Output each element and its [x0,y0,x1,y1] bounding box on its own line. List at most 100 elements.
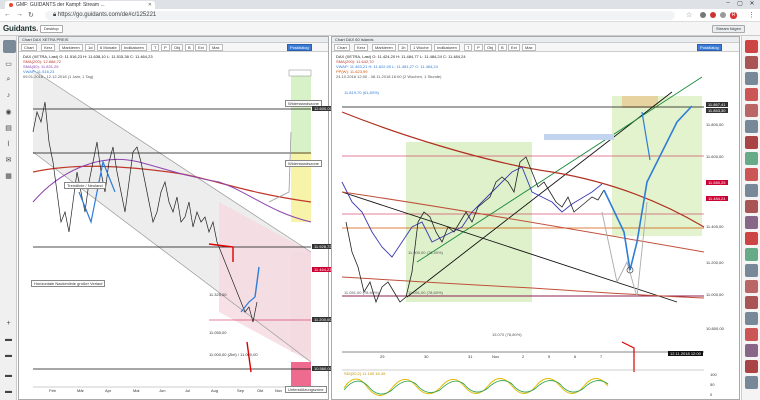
tool-button[interactable]: Obj [484,44,497,51]
url-field[interactable]: 🔒︎ https://go.guidants.com/de#c/125221 [45,11,675,20]
guidants-logo[interactable]: Guidants. [3,24,38,33]
chart-button[interactable]: Chart [334,44,350,51]
avatar[interactable] [745,152,758,165]
range-button[interactable]: 1 Woche [410,44,432,51]
extension-icon[interactable] [700,12,706,18]
right-chart-area[interactable]: DAX (XETRA, Last) O: 11.424,20 H: 11.484… [332,52,739,399]
close-tab-icon[interactable]: ✕ [148,2,152,8]
eye-icon[interactable]: ◉ [3,108,14,117]
tool-button[interactable]: B [185,44,194,51]
tool-button[interactable]: T [151,44,160,51]
avatar[interactable] [745,104,758,117]
menu-icon[interactable]: ⋮ [748,11,755,19]
avatar[interactable] [745,280,758,293]
profile-avatar[interactable]: R [730,12,737,19]
calendar-icon[interactable]: ▦ [3,172,14,181]
url-text: https://go.guidants.com/de#c/125221 [57,12,157,18]
chart-annotation[interactable]: Horizontale Nackenlinie großer Verlauf [31,280,106,287]
extension-icon[interactable] [720,12,726,18]
tool-button[interactable]: B [498,44,507,51]
avatar[interactable] [745,168,758,181]
range-button[interactable]: 6 Monate [97,44,120,51]
user-avatar[interactable] [3,40,16,53]
tool-button[interactable]: P [474,44,483,51]
browser-tab-strip: GMF: GUIDANTS der Kampf: Stream ... ✕ – … [0,0,760,9]
mark-button[interactable]: Markieren [59,44,83,51]
book-icon[interactable]: ▤ [3,124,14,133]
chat-icon[interactable]: ✉ [3,156,14,165]
avatar[interactable] [745,200,758,213]
reload-icon[interactable]: ↻ [28,11,34,19]
avatar[interactable] [745,216,758,229]
interval-button[interactable]: 1h [398,44,409,51]
star-icon[interactable]: ☆ [686,11,692,19]
zone-green [406,142,532,302]
post-dialog-button[interactable]: Postdialog [287,44,312,51]
x-tick: Okt [257,388,264,393]
folder-icon[interactable]: ▬ [3,352,14,361]
avatar[interactable] [745,264,758,277]
chart-annotation[interactable]: Trendlinie / Neuland [64,182,106,189]
folder-icon[interactable]: ▬ [3,372,14,381]
candle-button[interactable]: Kerz [354,44,369,51]
avatar[interactable] [745,56,758,69]
x-tick: Mär [77,388,84,393]
tool-button[interactable]: Ext [195,44,207,51]
minimize-icon[interactable]: – [722,0,734,6]
avatar[interactable] [745,248,758,261]
folder-icon[interactable]: ▬ [3,388,14,397]
chart-icon[interactable]: ⌇ [3,140,14,149]
avatar[interactable] [745,40,758,53]
address-bar-row: ← → ↻ 🔒︎ https://go.guidants.com/de#c/12… [0,9,760,22]
close-window-icon[interactable]: ✕ [746,0,758,7]
candle-button[interactable]: Kerz [41,44,56,51]
price-tag: 11.867,41 [706,102,728,107]
forward-icon[interactable]: → [16,11,23,18]
tool-button[interactable]: T [464,44,473,51]
interval-button[interactable]: 1d [85,44,96,51]
browser-tab[interactable]: GMF: GUIDANTS der Kampf: Stream ... ✕ [5,1,155,9]
avatar[interactable] [745,72,758,85]
stream-follow-button[interactable]: Stream folgen [712,25,745,33]
tool-button[interactable]: Obj [171,44,184,51]
tool-button[interactable]: Ext [508,44,520,51]
folder-icon[interactable]: ▬ [3,336,14,345]
left-toolbar: ▭ ⌕ ♪ ◉ ▤ ⌇ ✉ ▦ + ▬ ▬ ▬ ▬ [0,36,17,400]
left-chart-area[interactable]: DAX (XETRA, Last) O: 11.516,23 H: 11.638… [19,52,334,399]
post-dialog-button[interactable]: Postdialog [697,44,722,51]
tool-button[interactable]: P [161,44,170,51]
indicators-button[interactable]: Indikatoren [121,44,147,51]
mark-button[interactable]: Markieren [372,44,396,51]
x-tick: Mai [133,388,140,393]
avatar[interactable] [745,232,758,245]
avatar[interactable] [745,296,758,309]
search-icon[interactable]: ⌕ [3,76,14,85]
extension-icon[interactable] [710,12,716,18]
x-tick: Feb [49,388,56,393]
tool-button[interactable]: Max [209,44,223,51]
avatar[interactable] [745,376,758,389]
maximize-icon[interactable]: ▢ [734,0,746,7]
indicators-button[interactable]: Indikatoren [434,44,460,51]
avatar[interactable] [745,120,758,133]
avatar[interactable] [745,328,758,341]
avatar[interactable] [745,312,758,325]
bell-icon[interactable]: ♪ [3,92,14,101]
avatar[interactable] [745,360,758,373]
y-tick: 11.600,00 [706,154,724,159]
avatar[interactable] [745,136,758,149]
indicator-tick: 50 [710,382,715,387]
monitor-icon[interactable]: ▭ [3,60,14,69]
back-icon[interactable]: ← [4,11,11,18]
avatar[interactable] [745,88,758,101]
zone-green [612,96,702,236]
desktop-tab[interactable]: Desktop [40,25,63,33]
avatar[interactable] [745,184,758,197]
fib-label: 15.070 (78,80%) [492,332,522,337]
chart-button[interactable]: Chart [21,44,37,51]
avatar[interactable] [745,344,758,357]
right-sidebar [741,36,760,400]
tool-button[interactable]: Max [522,44,536,51]
left-chart-svg [32,69,312,392]
add-icon[interactable]: + [3,320,14,329]
